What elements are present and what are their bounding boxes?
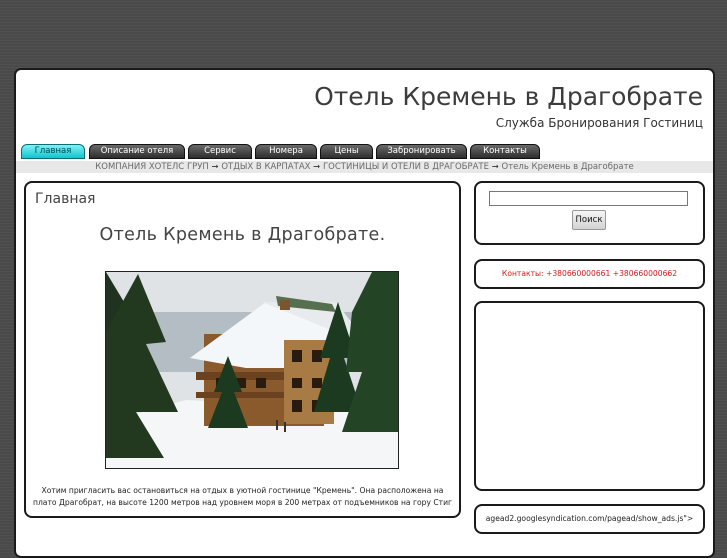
content-heading: Главная [35, 191, 96, 207]
tab-service[interactable]: Сервис [188, 144, 252, 159]
search-button[interactable]: Поиск [572, 210, 606, 230]
breadcrumb-item-carpathians[interactable]: ОТДЫХ В КАРПАТАХ [221, 162, 310, 172]
tab-book[interactable]: Забронировать [376, 144, 467, 159]
ad-panel [474, 301, 705, 491]
contacts-panel: Контакты: +380660000661 +380660000662 [474, 259, 705, 289]
breadcrumb-item-current: Отель Кремень в Драгобрате [501, 162, 634, 172]
contacts-text: Контакты: +380660000661 +380660000662 [501, 269, 678, 278]
tab-rooms[interactable]: Номера [255, 144, 317, 159]
breadcrumb-separator-icon: ➞ [313, 162, 321, 172]
tab-home[interactable]: Главная [21, 144, 85, 159]
site-title: Отель Кремень в Драгобрате [314, 82, 703, 111]
site-subtitle: Служба Бронирования Гостиниц [495, 116, 703, 130]
article-text: Хотим пригласить вас остановиться на отд… [32, 486, 452, 507]
article-title: Отель Кремень в Драгобрате. [99, 225, 386, 245]
hotel-photo [105, 271, 399, 469]
tab-prices[interactable]: Цены [320, 144, 373, 159]
breadcrumb-bar: КОМПАНИЯ ХОТЕЛС ГРУП ➞ ОТДЫХ В КАРПАТАХ … [16, 161, 713, 173]
tab-contacts[interactable]: Контакты [470, 144, 540, 159]
search-panel: Поиск [474, 181, 705, 245]
main-content-panel: Главная Отель Кремень в Драгобрате. Хоти… [24, 181, 461, 518]
breadcrumb-item-company[interactable]: КОМПАНИЯ ХОТЕЛС ГРУП [95, 162, 209, 172]
page-container: Отель Кремень в Драгобрате Служба Бронир… [14, 68, 715, 558]
search-input[interactable] [489, 191, 688, 206]
breadcrumb-separator-icon: ➞ [491, 162, 499, 172]
breadcrumb-item-hotels[interactable]: ГОСТИНИЦЫ И ОТЕЛИ В ДРАГОБРАТЕ [323, 162, 489, 172]
tab-hotel-description[interactable]: Описание отеля [89, 144, 185, 159]
breadcrumb: КОМПАНИЯ ХОТЕЛС ГРУП ➞ ОТДЫХ В КАРПАТАХ … [16, 161, 713, 173]
script-text: agead2.googlesyndication.com/pagead/show… [485, 514, 694, 523]
breadcrumb-separator-icon: ➞ [211, 162, 219, 172]
script-panel: agead2.googlesyndication.com/pagead/show… [474, 504, 705, 534]
